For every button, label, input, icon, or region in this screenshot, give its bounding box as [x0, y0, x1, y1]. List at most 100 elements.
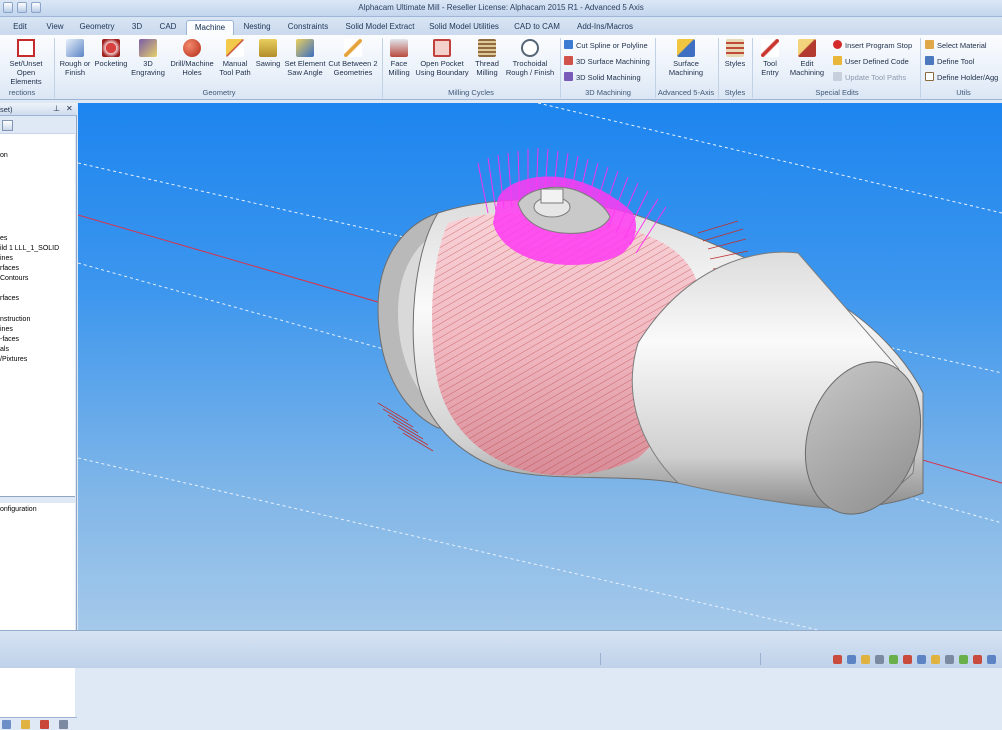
styles-button[interactable]: Styles [722, 39, 748, 68]
tab-view[interactable]: View [40, 20, 70, 35]
cut-between-icon [344, 39, 362, 57]
styles-label: Styles [724, 59, 746, 68]
status-section [600, 653, 601, 665]
3d-solid-machining-button[interactable]: 3D Solid Machining [564, 71, 641, 85]
status-icon[interactable] [973, 655, 982, 664]
tree-item[interactable]: on [0, 152, 8, 159]
update-tool-paths-button[interactable]: Update Tool Paths [833, 71, 906, 85]
panel-toolbar [0, 119, 75, 132]
tree-item[interactable]: Contours [0, 275, 28, 282]
manual-toolpath-button[interactable]: Manual Tool Path [217, 39, 253, 77]
surface-3d-label: 3D Surface Machining [576, 57, 650, 66]
define-holder-label: Define Holder/Agg [937, 73, 999, 82]
trochoidal-icon [521, 39, 539, 57]
pocketing-button[interactable]: Pocketing [93, 39, 129, 68]
status-icon[interactable] [945, 655, 954, 664]
tree-item[interactable]: ild 1 LLL_1_SOLID [0, 245, 59, 252]
tab-solid-model-extract[interactable]: Solid Model Extract [338, 20, 422, 35]
panel-tool-icon[interactable] [2, 720, 11, 729]
tree-item[interactable]: /Pixtures [0, 356, 27, 363]
status-icon[interactable] [861, 655, 870, 664]
pocketing-label: Pocketing [94, 59, 128, 68]
drill-icon [183, 39, 201, 57]
status-icon[interactable] [931, 655, 940, 664]
tab-machine[interactable]: Machine [186, 20, 234, 35]
tab-cad[interactable]: CAD [153, 20, 183, 35]
status-icon[interactable] [889, 655, 898, 664]
status-icon[interactable] [903, 655, 912, 664]
surface-machining-button[interactable]: Surface Machining [660, 39, 712, 77]
define-tool-button[interactable]: Define Tool [925, 55, 974, 69]
trochoidal-label-2: Rough / Finish [505, 68, 555, 77]
tree-item[interactable]: nstruction [0, 316, 30, 323]
tree-item[interactable]: es [0, 235, 7, 242]
panel-tool-icon[interactable] [21, 720, 30, 729]
rough-label-1: Rough or [59, 59, 91, 68]
edit-machining-icon [798, 39, 816, 57]
rough-finish-button[interactable]: Rough or Finish [58, 39, 92, 77]
edit-machining-button[interactable]: Edit Machining [786, 39, 828, 77]
trochoidal-button[interactable]: Trochoidal Rough / Finish [503, 39, 557, 77]
tree-item[interactable]: rfaces [0, 295, 19, 302]
configuration-item[interactable]: onfiguration [0, 506, 37, 513]
user-defined-code-button[interactable]: User Defined Code [833, 55, 909, 69]
face-milling-button[interactable]: Face Milling [385, 39, 413, 77]
sawing-button[interactable]: Sawing [253, 39, 283, 68]
tab-edit[interactable]: Edit [3, 20, 37, 35]
tab-constraints[interactable]: Constraints [281, 20, 335, 35]
cut-spline-button[interactable]: Cut Spline or Polyline [564, 39, 648, 53]
status-icon[interactable] [833, 655, 842, 664]
set-element-saw-angle-button[interactable]: Set Element Saw Angle [283, 39, 327, 77]
set-unset-button[interactable]: Set/Unset Open Elements [2, 39, 50, 86]
surface-label-1: Surface [673, 59, 699, 68]
boss-slot [540, 188, 564, 204]
manual-toolpath-icon [226, 39, 244, 57]
ribbon-separator [54, 38, 55, 98]
tool-entry-button[interactable]: Tool Entry [756, 39, 784, 77]
group-label-geometry: Geometry [202, 88, 236, 97]
face-label-1: Face [390, 59, 408, 68]
cut-spline-label: Cut Spline or Polyline [576, 41, 648, 50]
close-icon[interactable]: ✕ [66, 104, 73, 113]
insert-program-stop-button[interactable]: Insert Program Stop [833, 39, 912, 53]
tool-entry-icon [761, 39, 779, 57]
project-tree: on es ild 1 LLL_1_SOLID ines rfaces Cont… [0, 133, 75, 497]
manual-label-1: Manual [222, 59, 248, 68]
pin-icon[interactable]: ⊥ [53, 104, 60, 113]
tree-item[interactable]: ines [0, 326, 13, 333]
select-material-button[interactable]: Select Material [925, 39, 987, 53]
saw-label-2: Saw Angle [287, 68, 323, 77]
tab-nesting[interactable]: Nesting [237, 20, 277, 35]
status-icon[interactable] [875, 655, 884, 664]
status-icon[interactable] [959, 655, 968, 664]
tree-item[interactable]: -faces [0, 336, 19, 343]
group-label-milling-cycles: Milling Cycles [448, 88, 494, 97]
tree-item[interactable]: rfaces [0, 265, 19, 272]
status-section [760, 653, 761, 665]
define-holder-button[interactable]: Define Holder/Agg [925, 71, 998, 85]
tab-geometry[interactable]: Geometry [74, 20, 120, 35]
window-title: Alphacam Ultimate Mill - Reseller Licens… [358, 3, 644, 12]
panel-tool-icon[interactable] [59, 720, 68, 729]
3d-surface-machining-button[interactable]: 3D Surface Machining [564, 55, 650, 69]
tree-item[interactable]: als [0, 346, 9, 353]
sawing-label: Sawing [255, 59, 281, 68]
status-icon[interactable] [987, 655, 996, 664]
engraving-button[interactable]: 3D Engraving [130, 39, 166, 77]
tree-item[interactable]: ines [0, 255, 13, 262]
cut-between-2-geometries-button[interactable]: Cut Between 2 Geometries [327, 39, 379, 77]
thread-milling-button[interactable]: Thread Milling [471, 39, 503, 77]
open-pocket-button[interactable]: Open Pocket Using Boundary [413, 39, 471, 77]
tab-add-ins-macros[interactable]: Add-Ins/Macros [569, 20, 641, 35]
tab-cad-to-cam[interactable]: CAD to CAM [508, 20, 566, 35]
panel-toolbar-button[interactable] [2, 120, 13, 131]
status-icon[interactable] [917, 655, 926, 664]
panel-tool-icon[interactable] [40, 720, 49, 729]
status-icon[interactable] [847, 655, 856, 664]
pocketing-icon [102, 39, 120, 57]
tab-3d[interactable]: 3D [124, 20, 150, 35]
title-bar: Alphacam Ultimate Mill - Reseller Licens… [0, 0, 1002, 17]
drill-machine-holes-button[interactable]: Drill/Machine Holes [167, 39, 217, 77]
tab-solid-model-utilities[interactable]: Solid Model Utilities [424, 20, 504, 35]
3d-viewport[interactable] [78, 103, 1002, 630]
